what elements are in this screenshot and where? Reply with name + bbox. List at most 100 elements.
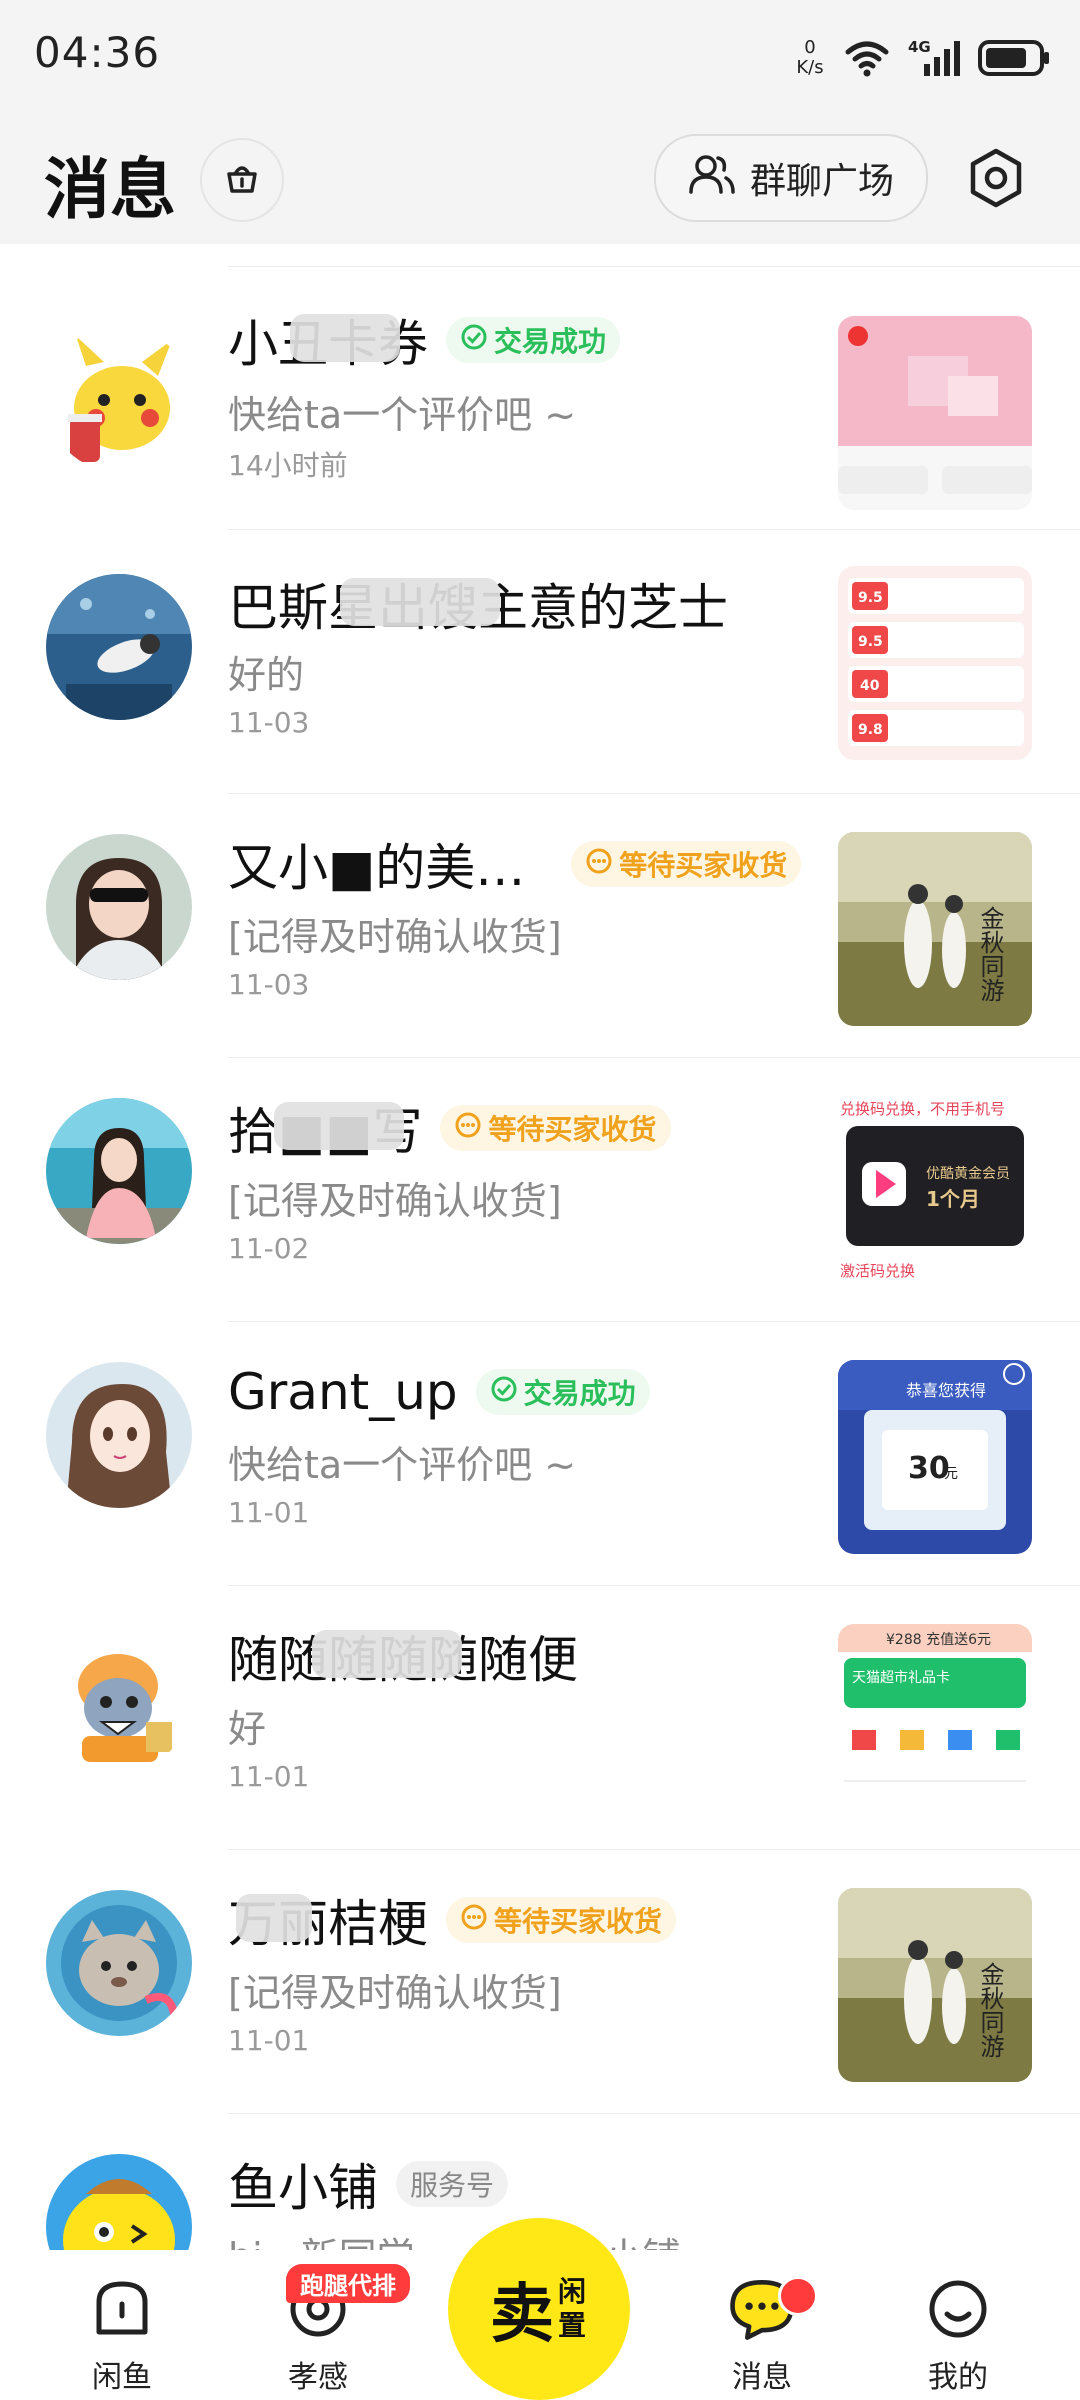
thumb-text: 优酷黄金会员 (926, 1165, 1010, 1182)
status-time: 04:36 (34, 28, 161, 77)
thumb-art-text: 金秋同游 (976, 1962, 1004, 2058)
t2-row: 9.8 (848, 710, 1024, 746)
item-thumbnail[interactable]: 金秋同游 (838, 1888, 1032, 2082)
privacy-blur (290, 314, 400, 362)
avatar (46, 1362, 192, 1508)
thumb-text: 元 (944, 1466, 958, 1482)
item-thumbnail[interactable]: 恭喜您获得 30 元 (838, 1360, 1032, 1554)
dots-circle-icon (460, 1903, 488, 1938)
avatar (46, 2154, 192, 2250)
tab-label: 消息 (732, 2360, 792, 2395)
message-time: 14小时前 (228, 449, 348, 482)
list-item[interactable]: 又小■的美… 等待买家收货 [记得及时确认收货] 11-03 金秋同游 (0, 794, 1080, 1058)
avatar (46, 574, 192, 720)
tab-profile[interactable]: 我的 (888, 2250, 1028, 2400)
tab-label: 我的 (928, 2360, 988, 2395)
smile-icon (923, 2274, 993, 2344)
header: 消息 群聊广场 (0, 118, 1080, 244)
status-badge: 等待买家收货 (571, 841, 802, 887)
signal-icon: 4G (908, 38, 960, 78)
basket-button[interactable] (200, 138, 284, 222)
dots-circle-icon (454, 1111, 482, 1146)
tab-label: 闲鱼 (92, 2360, 152, 2395)
net-speed: 0 K/s (794, 38, 826, 78)
name-row: 鱼小铺 服务号 (228, 2150, 509, 2218)
avatar (46, 1098, 192, 1244)
message-time: 11-02 (228, 1232, 310, 1265)
item-thumbnail[interactable]: ¥288 充值送6元 天猫超市礼品卡 (838, 1624, 1032, 1818)
list-item[interactable]: Grant_up 交易成功 快给ta一个评价吧 ~ 11-01 恭喜您获得 30… (0, 1322, 1080, 1586)
avatar (46, 1626, 192, 1772)
message-time: 11-01 (228, 1496, 310, 1529)
status-badge-label: 交易成功 (494, 325, 607, 358)
contact-name: Grant_up (228, 1363, 458, 1421)
t2-row-value: 9.5 (858, 590, 883, 606)
network-type: 4G (908, 38, 931, 56)
list-item[interactable]: 拾■■写 等待买家收货 [记得及时确认收货] 11-02 兑换码兑换，不用手机号… (0, 1058, 1080, 1322)
sell-sub-label: 闲置 (558, 2275, 587, 2342)
tab-label: 孝感 (288, 2360, 348, 2395)
avatar (46, 326, 192, 472)
home-icon (87, 2274, 157, 2344)
net-speed-value: 0 (804, 37, 816, 58)
message-preview: 好的 (228, 653, 305, 697)
privacy-blur (236, 1894, 312, 1942)
settings-icon (965, 147, 1027, 213)
message-time: 11-03 (228, 968, 310, 1001)
status-badge-label: 等待买家收货 (619, 849, 788, 882)
item-thumbnail[interactable]: 金秋同游 (838, 832, 1032, 1026)
name-row: 又小■的美… 等待买家收货 (228, 830, 802, 898)
item-thumbnail[interactable]: 9.5 9.5 40 9.8 (838, 566, 1032, 760)
status-badge: 交易成功 (475, 1369, 650, 1415)
message-preview: [记得及时确认收货] (228, 1179, 562, 1223)
message-preview: 好 (228, 1707, 267, 1751)
message-time: 11-01 (228, 2024, 310, 2057)
message-preview: 快给ta一个评价吧 ~ (228, 393, 577, 437)
item-thumbnail[interactable]: 兑换码兑换，不用手机号 优酷黄金会员 1个月 激活码兑换 (838, 1096, 1032, 1290)
status-badge-label: 等待买家收货 (488, 1113, 657, 1146)
dots-circle-icon (585, 847, 613, 882)
unread-dot (778, 2276, 818, 2316)
list-item[interactable]: 万丽桔梗 等待买家收货 [记得及时确认收货] 11-01 金秋同游 (0, 1850, 1080, 2114)
name-row: 小丑卡券 交易成功 (228, 306, 621, 374)
item-thumbnail[interactable] (838, 316, 1032, 510)
privacy-blur (312, 1630, 462, 1678)
tab-home[interactable]: 闲鱼 (52, 2250, 192, 2400)
thumb-art-text: 金秋同游 (976, 906, 1004, 1002)
check-circle-icon (490, 1375, 518, 1410)
t2-row: 9.5 (848, 578, 1024, 614)
basket-icon (221, 157, 263, 203)
status-badge: 交易成功 (446, 317, 621, 363)
wifi-icon (844, 38, 890, 78)
t2-row-value: 40 (860, 678, 880, 694)
t2-row: 40 (848, 666, 1024, 702)
list-item[interactable]: 巴斯星出馊主意的芝士 好的 11-03 9.5 9.5 (0, 530, 1080, 794)
list-item[interactable]: 随随随随随随便 好 11-01 ¥288 充值送6元 天猫超市礼品卡 (0, 1586, 1080, 1850)
service-badge: 服务号 (396, 2161, 509, 2207)
bottom-nav: 闲鱼 孝感 跑腿代排 卖 闲置 消息 我的 (0, 2218, 1080, 2400)
group-chat-plaza-button[interactable]: 群聊广场 (654, 134, 928, 222)
list-item[interactable]: 小丑卡券 交易成功 快给ta一个评价吧 ~ 14小时前 (0, 266, 1080, 530)
status-badge: 等待买家收货 (446, 1897, 677, 1943)
page-title: 消息 (44, 151, 176, 228)
t2-row-value: 9.5 (858, 634, 883, 650)
thumb-text: 兑换码兑换，不用手机号 (840, 1100, 1005, 1118)
contact-name: 鱼小铺 (228, 2159, 378, 2217)
status-badge: 等待买家收货 (440, 1105, 671, 1151)
status-badge-label: 交易成功 (523, 1377, 636, 1410)
group-chat-label: 群聊广场 (749, 161, 894, 202)
message-preview: hi，新同学，……到鱼小铺 (228, 2226, 681, 2250)
message-preview: [记得及时确认收货] (228, 1971, 562, 2015)
settings-button[interactable] (964, 148, 1028, 212)
battery-icon (978, 38, 1050, 78)
tab-messages[interactable]: 消息 (692, 2250, 832, 2400)
thumb-text: 天猫超市礼品卡 (852, 1669, 950, 1686)
message-list[interactable]: 小丑卡券 交易成功 快给ta一个评价吧 ~ 14小时前 (0, 246, 1080, 2250)
promo-badge: 跑腿代排 (286, 2264, 410, 2303)
sell-button[interactable]: 卖 闲置 (448, 2218, 630, 2400)
thumb-text: 1个月 (926, 1187, 980, 1211)
t2-row: 9.5 (848, 622, 1024, 658)
people-icon (688, 152, 736, 205)
message-preview: 快给ta一个评价吧 ~ (228, 1443, 577, 1487)
thumb-text: ¥288 充值送6元 (886, 1632, 991, 1648)
